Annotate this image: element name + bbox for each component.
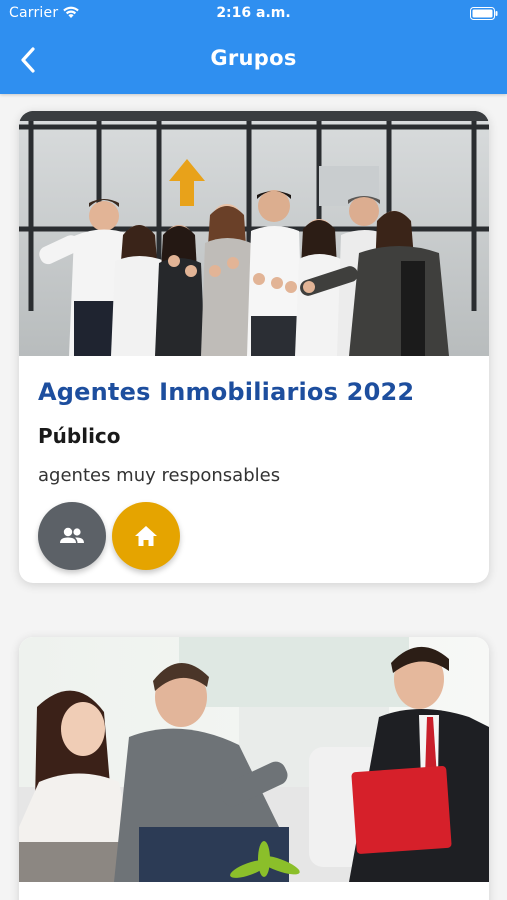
status-time: 2:16 a.m. <box>216 5 291 21</box>
group-card[interactable]: Agentes Inmobiliarios 2022 Público agent… <box>19 111 489 583</box>
app-screen: Carrier 2:16 a.m. Grupos Agentes Inmobil… <box>0 0 507 900</box>
group-privacy: Público <box>38 424 121 448</box>
members-icon <box>60 527 84 543</box>
group-description: agentes muy responsables <box>38 465 281 486</box>
group-title: Agentes Inmobiliarios 2022 <box>38 378 415 406</box>
home-button[interactable] <box>112 502 180 570</box>
home-icon <box>135 526 157 546</box>
status-bar: Carrier 2:16 a.m. <box>0 0 507 28</box>
navigation-bar: Grupos <box>0 28 507 94</box>
group-card[interactable] <box>19 637 489 900</box>
page-title: Grupos <box>210 46 297 70</box>
group-cover-image <box>19 111 489 356</box>
group-cover-image <box>19 637 489 882</box>
top-bar: Carrier 2:16 a.m. Grupos <box>0 0 507 94</box>
battery-icon <box>470 7 498 20</box>
members-button[interactable] <box>38 502 106 570</box>
